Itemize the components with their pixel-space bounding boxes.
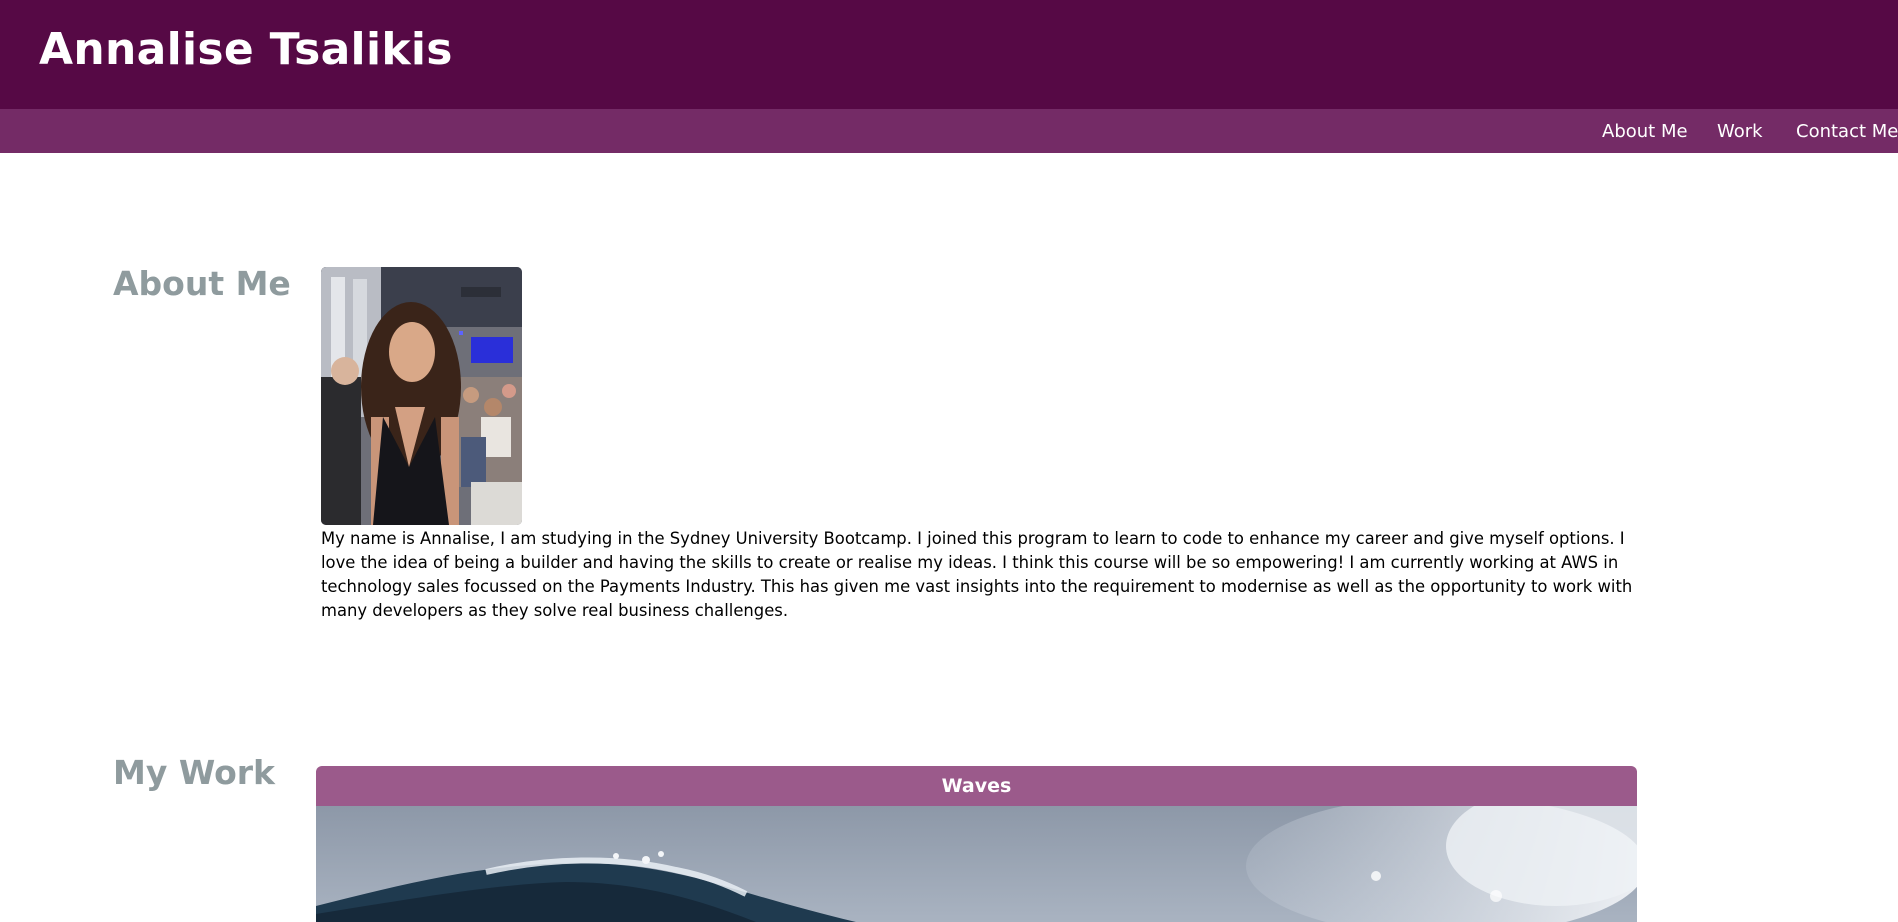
project-image[interactable] (316, 786, 1637, 922)
work-heading: My Work (113, 753, 275, 792)
site-title: Annalise Tsalikis (39, 24, 453, 75)
nav-link-contact-me[interactable]: Contact Me (1796, 121, 1898, 142)
nav-link-about-me[interactable]: About Me (1602, 121, 1688, 142)
main-nav: About Me Work Contact Me (0, 109, 1898, 153)
about-heading: About Me (113, 264, 291, 303)
project-card-waves[interactable]: Waves (316, 766, 1637, 922)
about-bio: My name is Annalise, I am studying in th… (321, 529, 1633, 620)
nav-link-work[interactable]: Work (1717, 121, 1763, 142)
profile-photo (321, 267, 522, 525)
site-header: Annalise Tsalikis (0, 0, 1898, 109)
project-title: Waves (316, 766, 1637, 806)
